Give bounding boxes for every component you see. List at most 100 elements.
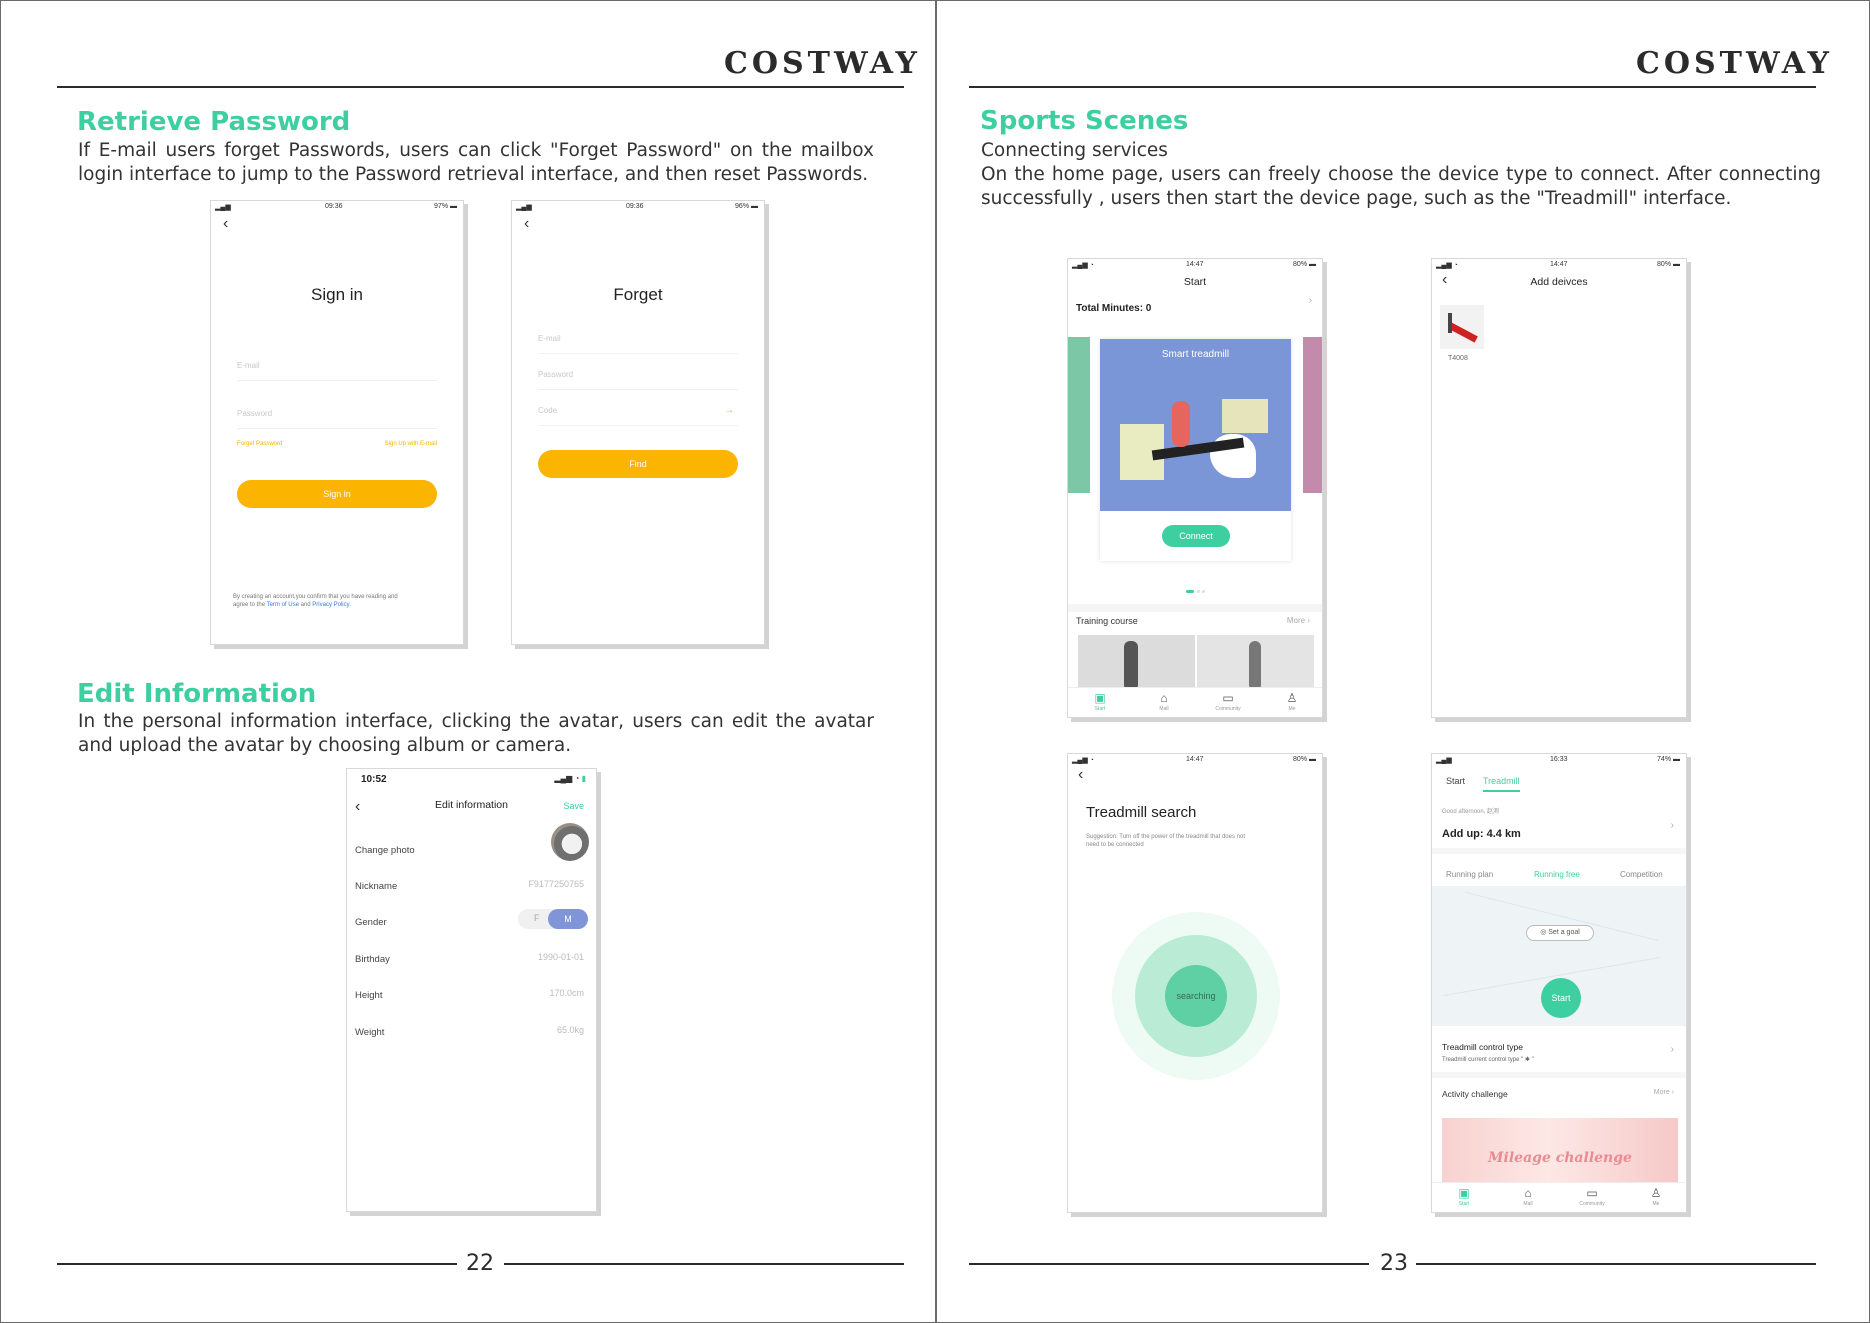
- treadmill-card[interactable]: Smart treadmill Connect: [1100, 339, 1291, 561]
- status-icons: ▂▄▆ ◔ ▮: [554, 774, 586, 783]
- email-field[interactable]: E-mail: [237, 361, 437, 381]
- set-goal-button[interactable]: ◎ Set a goal: [1526, 925, 1594, 941]
- search-title: Treadmill search: [1086, 804, 1197, 821]
- tab-community[interactable]: ▭ Community: [1572, 1186, 1612, 1207]
- forget-password-link[interactable]: Forget Password: [237, 441, 282, 447]
- start-tab-icon: ▣: [1094, 691, 1106, 705]
- gender-label: Gender: [355, 917, 387, 928]
- tab-treadmill[interactable]: Treadmill: [1483, 776, 1520, 792]
- tab-me[interactable]: ♙ Me: [1636, 1186, 1676, 1207]
- gender-f-option[interactable]: F: [534, 913, 540, 923]
- page-number: 22: [466, 1251, 494, 1276]
- tab-label: Me: [1288, 706, 1296, 712]
- mode-running-free[interactable]: Running free: [1534, 870, 1580, 879]
- tab-me[interactable]: ♙ Me: [1272, 691, 1312, 712]
- battery-level: 80%: [1293, 261, 1308, 268]
- signup-email-link[interactable]: Sign Up with E-mail: [385, 441, 437, 447]
- forget-title: Forget: [613, 285, 663, 304]
- person-icon: ♙: [1650, 1186, 1662, 1200]
- battery-icon: ▬: [450, 203, 457, 210]
- status-time: 10:52: [361, 774, 387, 785]
- mileage-challenge-banner[interactable]: Mileage challenge: [1442, 1118, 1678, 1182]
- gender-m-option[interactable]: M: [548, 909, 588, 929]
- phone-start-screen: ▂▄▆ ◔ 14:47 80% ▬ Start Total Minutes: 0…: [1067, 258, 1323, 718]
- privacy-policy-link[interactable]: Privacy Policy: [312, 602, 349, 608]
- find-button[interactable]: Find: [538, 450, 738, 478]
- birthday-label: Birthday: [355, 954, 390, 965]
- person-icon: ♙: [1286, 691, 1298, 705]
- mode-running-plan[interactable]: Running plan: [1446, 870, 1493, 879]
- sports-subheading: Connecting services: [981, 140, 1168, 161]
- chevron-right-icon[interactable]: ›: [1671, 820, 1674, 831]
- phone-forget-screen: ▂▄▆ 09:36 96% ▬ ‹ Forget E-mail Password…: [511, 200, 765, 645]
- monitor-icon: ▭: [1222, 691, 1234, 705]
- tab-label: Me: [1652, 1201, 1660, 1207]
- divider: [1432, 848, 1686, 854]
- training-thumb-2[interactable]: [1197, 635, 1314, 691]
- control-type-title: Treadmill control type: [1442, 1042, 1523, 1052]
- back-icon[interactable]: ‹: [524, 215, 529, 233]
- device-t4008-tile[interactable]: [1440, 305, 1484, 349]
- tab-start[interactable]: ▣ Start: [1444, 1186, 1484, 1207]
- start-tab-icon: ▣: [1458, 1186, 1470, 1200]
- prev-card-peek[interactable]: [1068, 337, 1090, 493]
- status-time: 14:47: [1186, 261, 1204, 268]
- activity-more-link[interactable]: More ›: [1654, 1089, 1674, 1096]
- weight-label: Weight: [355, 1027, 385, 1038]
- back-icon[interactable]: ‹: [223, 215, 228, 233]
- start-title: Start: [1183, 276, 1207, 288]
- weight-value[interactable]: 65.0kg: [557, 1025, 584, 1035]
- costway-logo: COSTWAY: [1636, 46, 1833, 81]
- map-area[interactable]: ◎ Set a goal Start: [1432, 886, 1686, 1026]
- training-more-link[interactable]: More ›: [1287, 616, 1310, 625]
- back-icon[interactable]: ‹: [1078, 766, 1083, 784]
- tab-start[interactable]: Start: [1446, 776, 1465, 786]
- tab-start[interactable]: ▣ Start: [1080, 691, 1120, 712]
- bag-icon: ⌂: [1160, 691, 1168, 705]
- height-value[interactable]: 170.0cm: [549, 988, 584, 998]
- page-right: COSTWAY Sports Scenes Connecting service…: [936, 0, 1870, 1323]
- footer-rule-right: [1416, 1263, 1816, 1265]
- signal-icon: ▂▄▆: [516, 204, 532, 211]
- bag-icon: ⌂: [1524, 1186, 1532, 1200]
- control-type-sub: Treadmill current control type " ✱ ": [1442, 1057, 1534, 1063]
- nickname-label: Nickname: [355, 881, 398, 892]
- section-title-edit: Edit Information: [77, 679, 317, 709]
- status-time: 14:47: [1186, 756, 1204, 763]
- tab-community[interactable]: ▭ Community: [1208, 691, 1248, 712]
- start-run-button[interactable]: Start: [1541, 978, 1581, 1018]
- chevron-right-icon[interactable]: ›: [1671, 1044, 1674, 1055]
- treadmill-device-handle: [1448, 313, 1452, 333]
- page-number: 23: [1380, 1251, 1408, 1276]
- avatar[interactable]: [551, 823, 589, 861]
- next-card-peek[interactable]: [1303, 337, 1322, 493]
- battery-level: 97%: [434, 203, 449, 210]
- mode-competition[interactable]: Competition: [1620, 870, 1663, 879]
- battery-icon: ▬: [1673, 261, 1680, 268]
- send-code-arrow-icon[interactable]: →: [724, 405, 734, 416]
- runner-shape: [1172, 401, 1190, 447]
- gender-toggle[interactable]: F M: [518, 909, 588, 929]
- more-text: More: [1286, 616, 1306, 625]
- training-thumb-1[interactable]: [1078, 635, 1195, 691]
- set-goal-label: Set a goal: [1548, 929, 1580, 936]
- code-field[interactable]: Code: [538, 406, 738, 426]
- tab-mall[interactable]: ⌂ Mall: [1508, 1186, 1548, 1207]
- birthday-value[interactable]: 1990-01-01: [538, 952, 584, 962]
- term-of-use-link[interactable]: Term of Use: [267, 602, 299, 608]
- terms-text: agree to the: [233, 602, 267, 608]
- password-field[interactable]: Password: [237, 409, 437, 429]
- nickname-value[interactable]: F9177250765: [528, 879, 584, 889]
- footer-rule-left: [969, 1263, 1369, 1265]
- password-field[interactable]: Password: [538, 370, 738, 390]
- connect-button[interactable]: Connect: [1162, 525, 1230, 547]
- signin-button[interactable]: Sign in: [237, 480, 437, 508]
- bottom-tab-bar: ▣ Start ⌂ Mall ▭ Community ♙ Me: [1068, 687, 1322, 717]
- tab-mall[interactable]: ⌂ Mall: [1144, 691, 1184, 712]
- treadmill-device-icon: [1448, 322, 1478, 343]
- save-button[interactable]: Save: [563, 801, 584, 811]
- tab-label: Start: [1094, 706, 1106, 712]
- email-field[interactable]: E-mail: [538, 334, 738, 354]
- chevron-right-icon[interactable]: ›: [1309, 295, 1312, 306]
- carousel-dots[interactable]: [1186, 590, 1206, 594]
